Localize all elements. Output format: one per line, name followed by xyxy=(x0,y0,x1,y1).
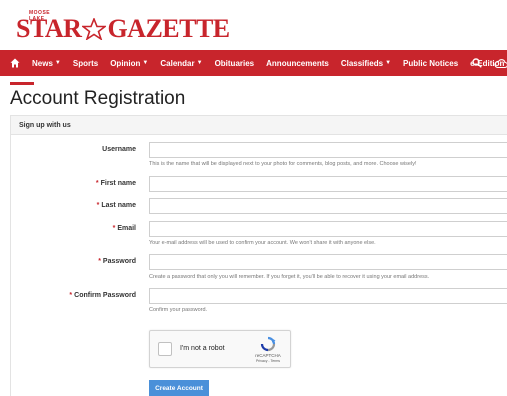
chevron-down-icon: ▼ xyxy=(142,60,149,66)
username-help: This is the name that will be displayed … xyxy=(149,161,417,167)
email-input[interactable] xyxy=(149,221,507,237)
email-help: Your e-mail address will be used to conf… xyxy=(149,240,376,246)
main-nav: News ▼ Sports Opinion ▼ Calendar ▼ Obituari… xyxy=(0,50,507,76)
logo-wordmark: STAR GAZETTE xyxy=(16,16,230,42)
nav-item-opinion[interactable]: Opinion ▼ xyxy=(110,59,148,68)
confirm-password-help: Confirm your password. xyxy=(149,307,208,313)
panel-heading: Sign up with us xyxy=(11,116,507,135)
logo-word-gazette: GAZETTE xyxy=(107,14,230,43)
password-label: * Password xyxy=(98,258,136,265)
star-icon xyxy=(82,18,107,40)
logo-word-star: STAR xyxy=(16,14,82,43)
nav-item-news[interactable]: News ▼ xyxy=(32,59,61,68)
nav-item-announcements[interactable]: Announcements xyxy=(266,59,329,68)
nav-item-calendar[interactable]: Calendar ▼ xyxy=(160,59,202,68)
required-mark: * xyxy=(98,258,101,265)
confirm-password-label: * Confirm Password xyxy=(69,292,136,299)
create-account-button[interactable]: Create Account xyxy=(149,380,209,396)
recaptcha-label: I'm not a robot xyxy=(180,345,225,352)
first-name-input[interactable] xyxy=(149,176,507,192)
confirm-password-input[interactable] xyxy=(149,288,507,304)
nav-item-sports[interactable]: Sports xyxy=(73,59,98,68)
weather-icon[interactable] xyxy=(494,57,507,69)
required-mark: * xyxy=(95,180,99,187)
chevron-down-icon: ▼ xyxy=(196,60,203,66)
username-label: Username xyxy=(102,146,136,153)
recaptcha-brand: reCAPTCHA xyxy=(255,353,281,358)
recaptcha-links[interactable]: Privacy - Terms xyxy=(248,359,288,363)
chevron-down-icon: ▼ xyxy=(54,60,61,66)
password-input[interactable] xyxy=(149,254,507,270)
recaptcha-widget: I'm not a robot reCAPTCHA Privacy - Term… xyxy=(149,330,291,368)
username-input[interactable] xyxy=(149,142,507,158)
required-mark: * xyxy=(96,202,100,209)
last-name-label: * Last name xyxy=(96,202,136,209)
nav-item-classifieds[interactable]: Classifieds ▼ xyxy=(341,59,391,68)
search-icon[interactable] xyxy=(472,58,482,68)
nav-item-obituaries[interactable]: Obituaries xyxy=(215,59,255,68)
recaptcha-icon xyxy=(260,336,276,352)
required-mark: * xyxy=(112,225,116,232)
page-title: Account Registration xyxy=(10,88,186,109)
first-name-label: * First name xyxy=(95,180,136,187)
home-icon[interactable] xyxy=(10,58,20,68)
last-name-input[interactable] xyxy=(149,198,507,214)
chevron-down-icon: ▼ xyxy=(385,60,392,66)
email-label: * Email xyxy=(112,225,136,232)
required-mark: * xyxy=(69,292,73,299)
title-accent-bar xyxy=(10,82,34,85)
password-help: Create a password that only you will rem… xyxy=(149,274,430,280)
recaptcha-checkbox[interactable] xyxy=(158,342,172,356)
nav-item-public-notices[interactable]: Public Notices xyxy=(403,59,458,68)
